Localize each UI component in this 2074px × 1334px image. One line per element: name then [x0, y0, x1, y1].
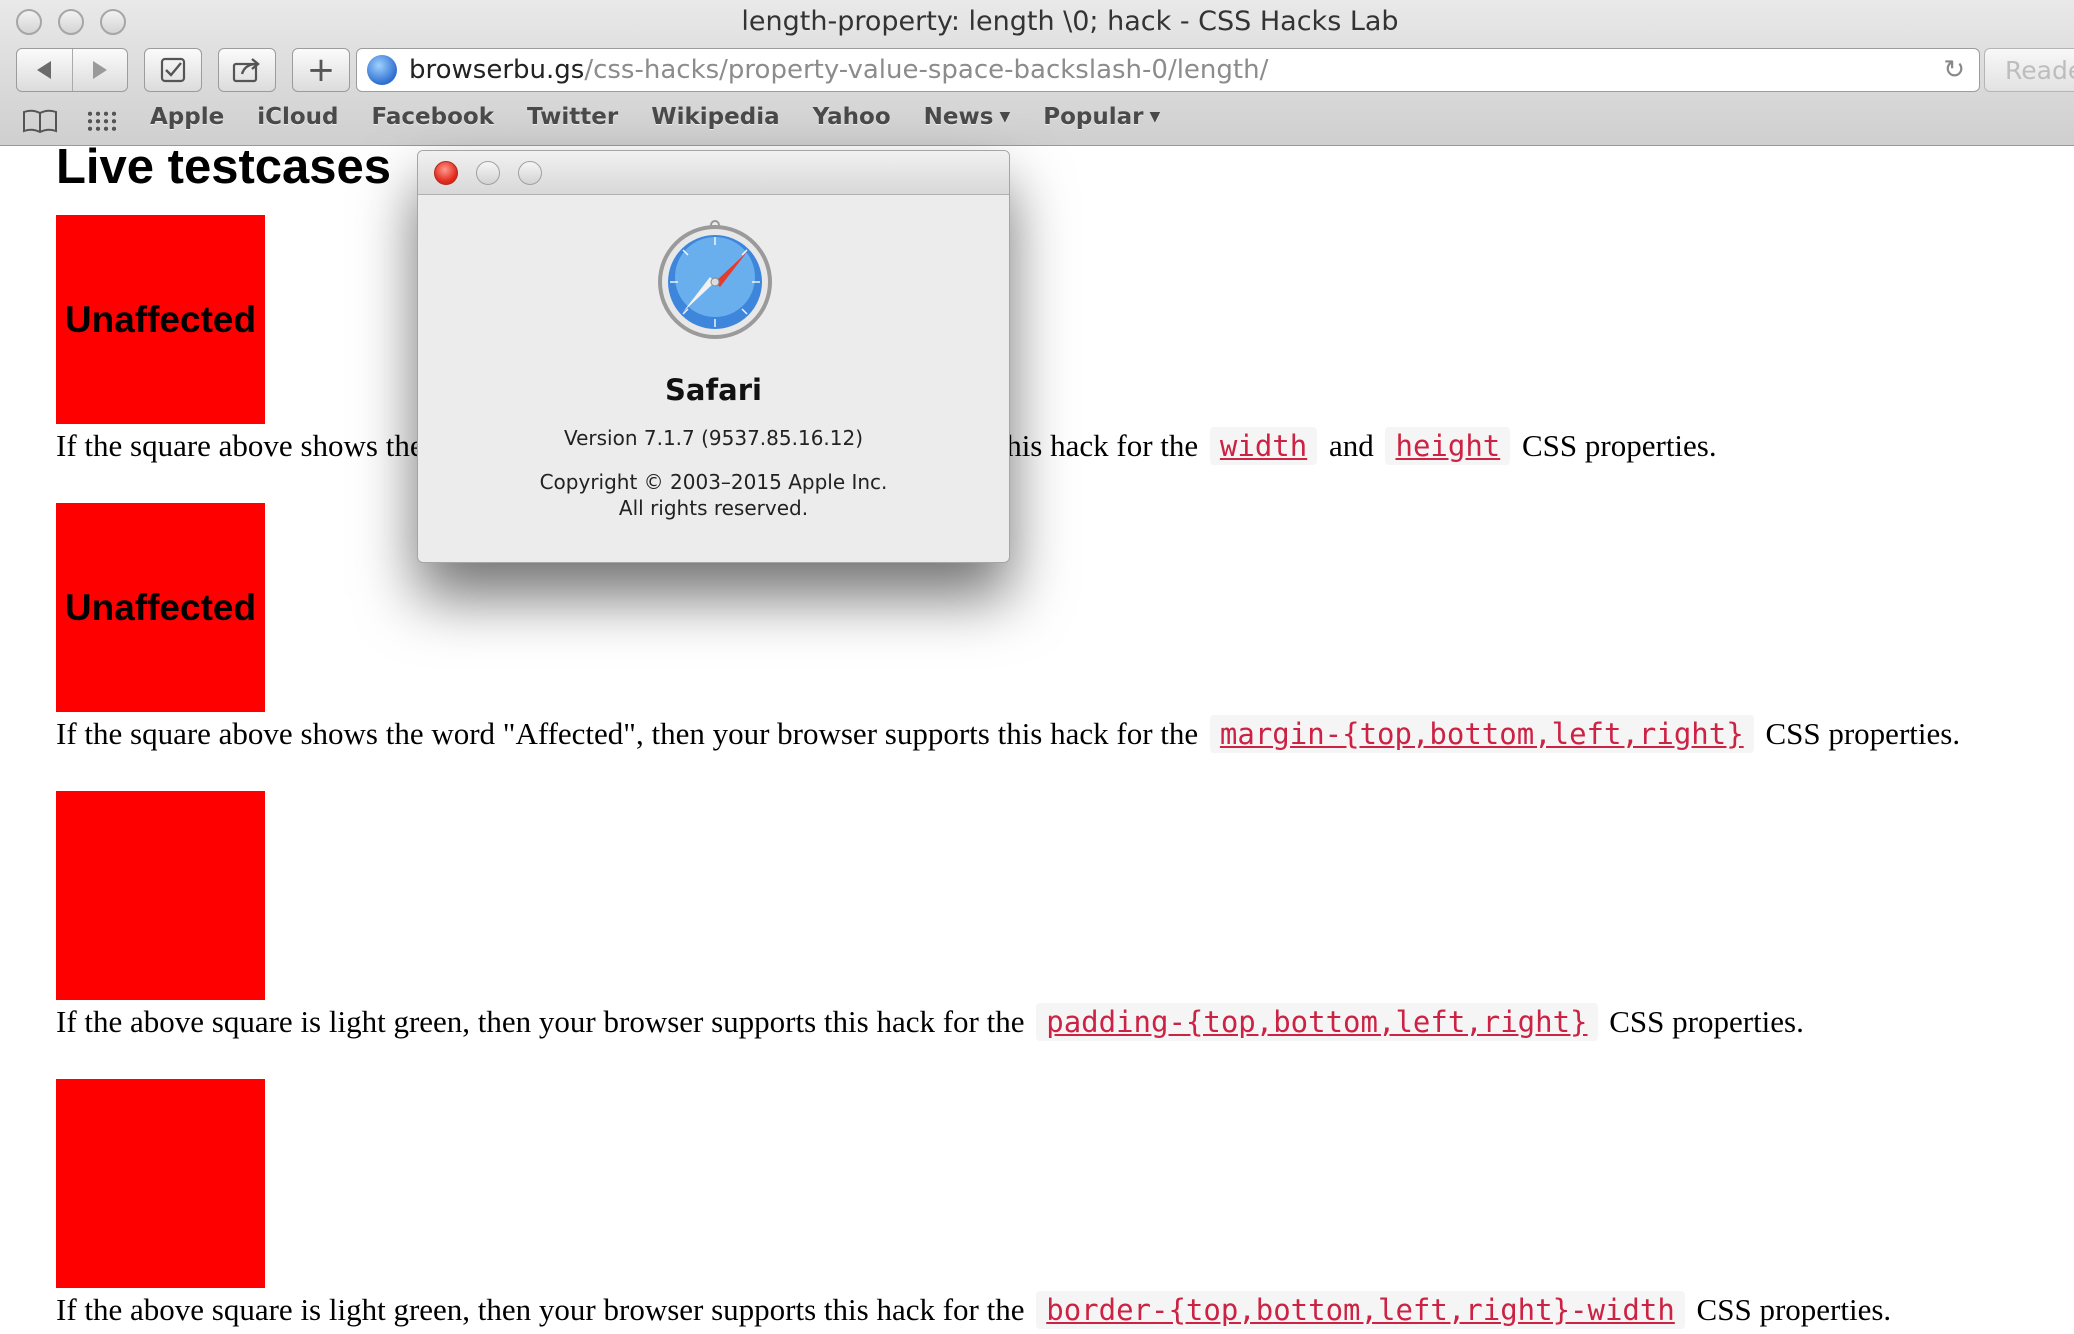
- app-version: Version 7.1.7 (9537.85.16.12): [563, 426, 864, 450]
- bookmark-items: Apple iCloud Facebook Twitter Wikipedia …: [150, 104, 1193, 130]
- back-button[interactable]: [17, 49, 72, 91]
- dialog-title-bar: [418, 151, 1009, 195]
- bookmark-icloud[interactable]: iCloud: [257, 104, 338, 130]
- square-label: Unaffected: [64, 586, 257, 628]
- testcase-description: If the above square is light green, then…: [56, 1291, 1892, 1329]
- new-tab-button[interactable]: +: [292, 48, 350, 92]
- padding-property-link[interactable]: padding-{top,bottom,left,right}: [1036, 1003, 1598, 1041]
- testcase-square: Unaffected: [56, 215, 265, 424]
- bookmarks-book-icon[interactable]: [22, 108, 58, 141]
- testcase-description: If the above square is light green, then…: [56, 1003, 1804, 1041]
- reader-button[interactable]: Reader: [1984, 48, 2074, 92]
- share-button[interactable]: [218, 48, 276, 92]
- bookmark-folder-popular[interactable]: Popular ▼: [1043, 104, 1160, 130]
- url-path: /css-hacks/property-value-space-backslas…: [584, 55, 1269, 85]
- web-page-content: Live testcases Unaffected If the square …: [0, 140, 2074, 1334]
- chevron-down-icon: ▼: [1149, 109, 1161, 125]
- address-bar[interactable]: browserbu.gs /css-hacks/property-value-s…: [356, 48, 1980, 92]
- height-property-link[interactable]: height: [1385, 427, 1511, 465]
- bookmark-facebook[interactable]: Facebook: [372, 104, 494, 130]
- safari-compass-icon: [658, 220, 772, 339]
- testcase-square: [56, 791, 265, 1000]
- back-forward-buttons: [16, 48, 128, 92]
- dialog-window-controls: [434, 161, 542, 185]
- title-bar: length-property: length \0; hack - CSS H…: [0, 0, 2074, 44]
- dialog-minimize-button: [476, 161, 500, 185]
- chevron-down-icon: ▼: [999, 109, 1011, 125]
- forward-button[interactable]: [71, 49, 127, 91]
- square-label: Unaffected: [64, 298, 257, 340]
- window-title: length-property: length \0; hack - CSS H…: [741, 6, 1399, 37]
- margin-property-link[interactable]: margin-{top,bottom,left,right}: [1209, 715, 1754, 753]
- reload-icon[interactable]: ↻: [1943, 55, 1965, 85]
- bookmarks-bar: Apple iCloud Facebook Twitter Wikipedia …: [0, 101, 2074, 141]
- width-property-link[interactable]: width: [1209, 427, 1318, 465]
- testcase-description: If the square above shows the word "Affe…: [56, 715, 1961, 753]
- plus-icon: +: [306, 50, 336, 90]
- bookmark-apple[interactable]: Apple: [150, 104, 224, 130]
- back-arrow-icon: [37, 61, 52, 79]
- dialog-close-button[interactable]: [434, 161, 458, 185]
- url-host: browserbu.gs: [409, 55, 585, 85]
- share-icon: [232, 58, 260, 83]
- bookmark-folder-news[interactable]: News ▼: [924, 104, 1011, 130]
- toolbar: + browserbu.gs /css-hacks/property-value…: [0, 48, 2074, 94]
- app-name: Safari: [665, 373, 762, 407]
- dialog-zoom-button: [518, 161, 542, 185]
- testcase-square: [56, 1079, 265, 1288]
- forward-arrow-icon: [92, 61, 107, 79]
- page-heading: Live testcases: [56, 140, 392, 194]
- bookmark-wikipedia[interactable]: Wikipedia: [651, 104, 779, 130]
- globe-icon: [367, 55, 397, 85]
- about-safari-dialog: Safari Version 7.1.7 (9537.85.16.12) Cop…: [417, 150, 1010, 563]
- bookmark-yahoo[interactable]: Yahoo: [813, 104, 891, 130]
- bookmark-twitter[interactable]: Twitter: [527, 104, 618, 130]
- copyright-notice: Copyright © 2003–2015 Apple Inc. All rig…: [539, 470, 888, 520]
- reading-list-icon: [160, 57, 186, 83]
- top-sites-grid-icon[interactable]: [86, 110, 118, 132]
- browser-chrome: length-property: length \0; hack - CSS H…: [0, 0, 2074, 146]
- reading-list-button[interactable]: [144, 48, 202, 92]
- border-width-property-link[interactable]: border-{top,bottom,left,right}-width: [1036, 1291, 1685, 1329]
- testcase-square: Unaffected: [56, 503, 265, 712]
